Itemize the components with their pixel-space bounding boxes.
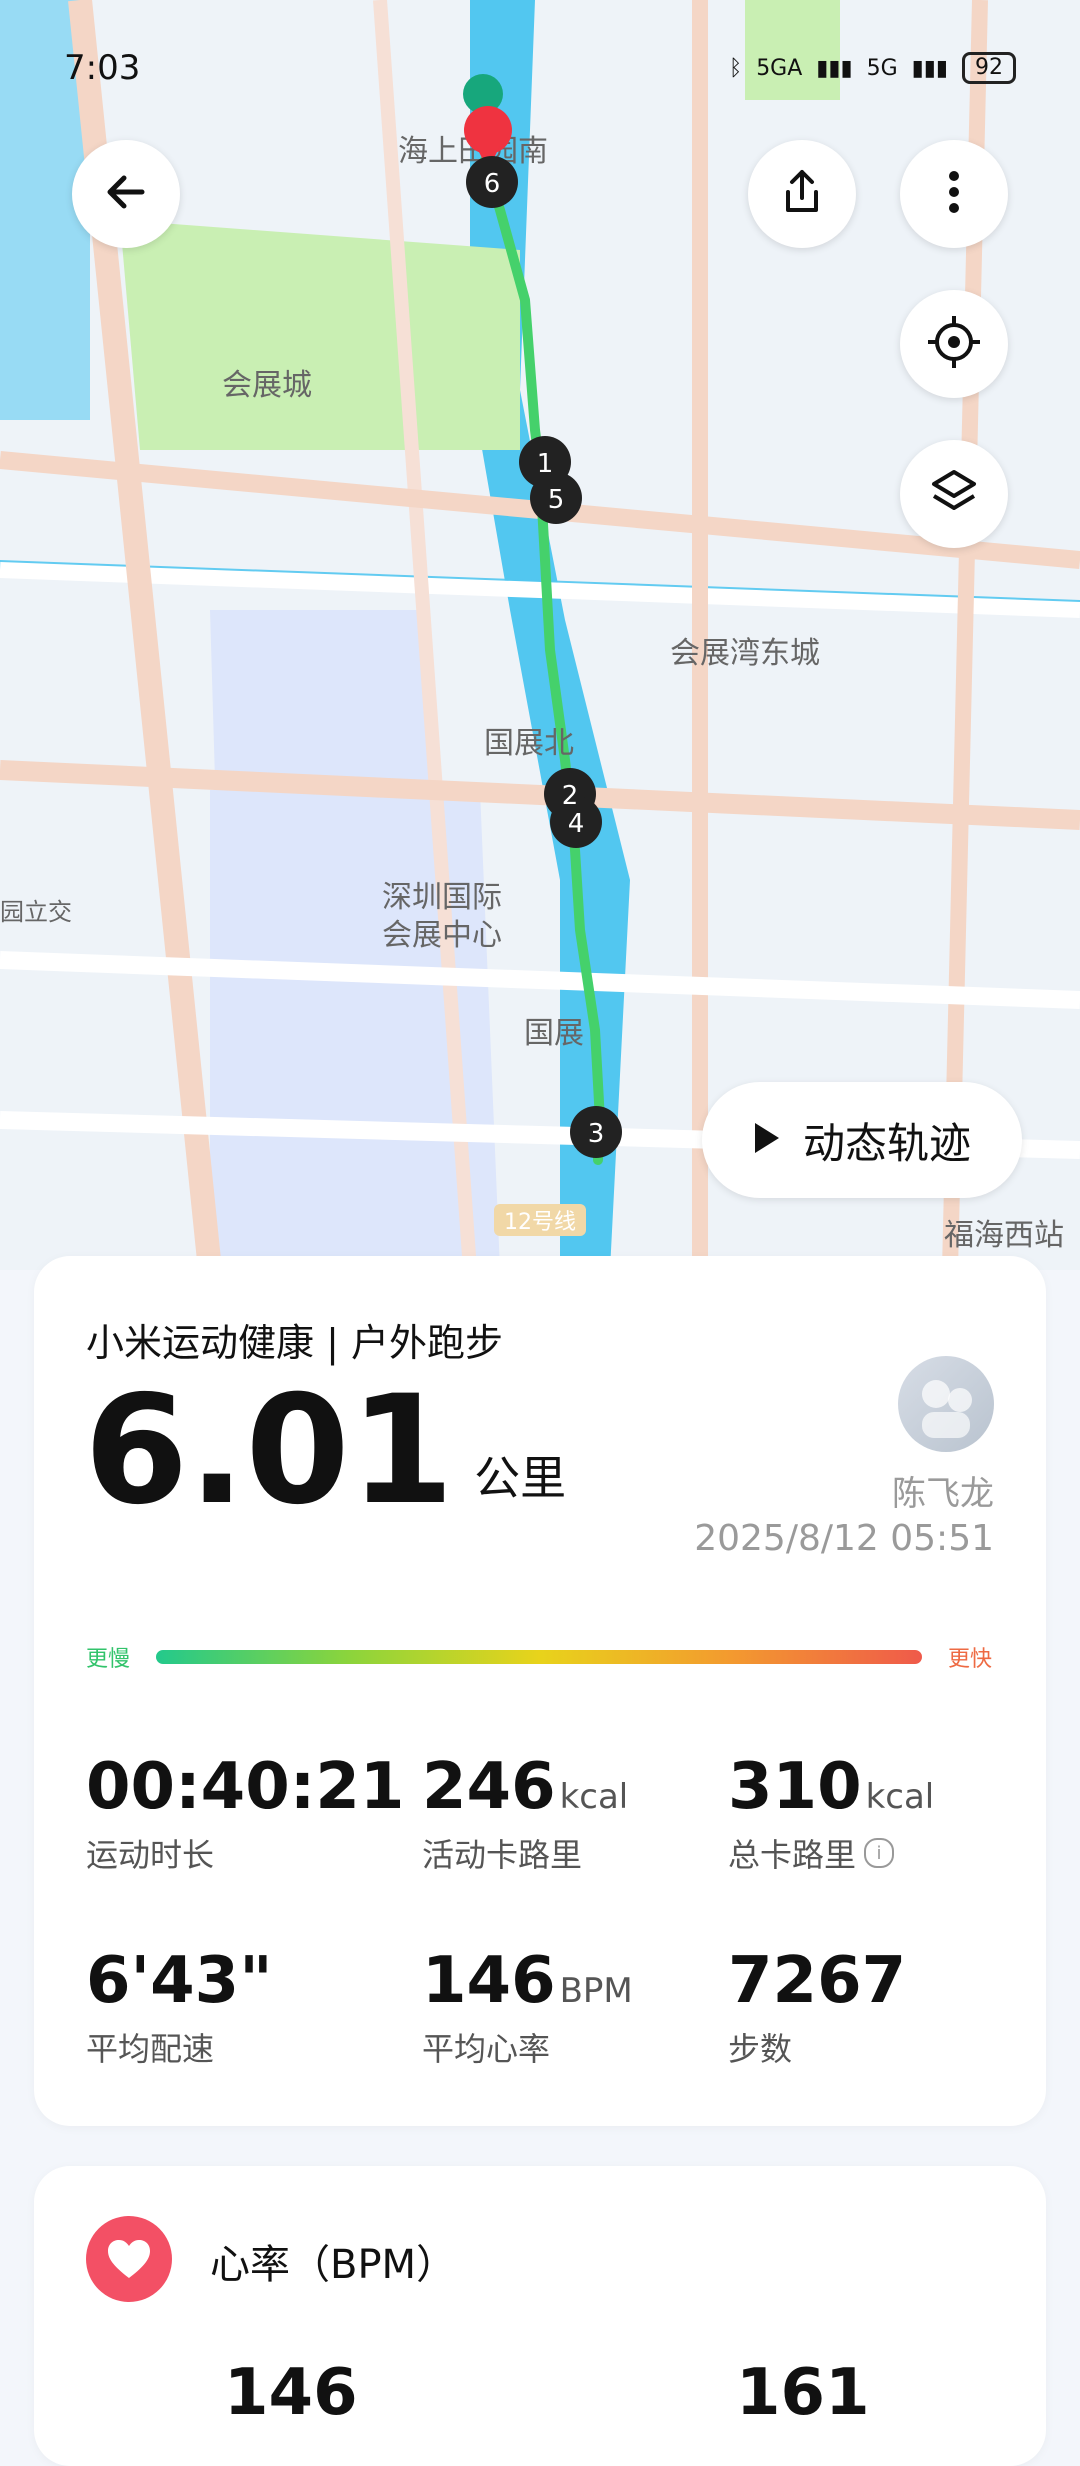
status-time: 7:03 <box>64 48 141 88</box>
heart-icon <box>86 2216 172 2302</box>
km-marker-3-label: 3 <box>588 1119 605 1149</box>
metric-value: 310 <box>728 1750 862 1824</box>
signal-bars-icon-2: ▮▮▮ <box>911 55 948 81</box>
metric-label-text: 总卡路里 <box>728 1836 857 1874</box>
metric-avg-heart-rate: 146 BPM 平均心率 <box>422 1946 633 2070</box>
target-icon <box>924 312 984 376</box>
more-vertical-icon <box>942 164 966 224</box>
metric-label: 平均配速 <box>86 2030 215 2068</box>
status-bar: 7:03 ᛒ 5GA ▮▮▮ 5G ▮▮▮ 92 <box>64 48 1016 88</box>
metric-unit: BPM <box>559 1971 633 2011</box>
play-icon <box>753 1116 781 1165</box>
more-button[interactable] <box>900 140 1008 248</box>
km-marker-1-label: 1 <box>537 449 554 479</box>
signal-5g: 5G <box>866 55 898 81</box>
layers-icon <box>924 462 984 526</box>
metric-value: 00:40:21 <box>86 1750 405 1824</box>
share-button[interactable] <box>748 140 856 248</box>
metric-total-calories: 310 kcal 总卡路里 i <box>728 1752 934 1876</box>
avatar[interactable] <box>898 1356 994 1452</box>
distance-value: 6.01 <box>84 1364 455 1538</box>
back-button[interactable] <box>72 140 180 248</box>
workout-date: 2025/8/12 05:51 <box>694 1518 994 1559</box>
share-icon <box>774 164 830 224</box>
metric-label: 平均心率 <box>422 2030 551 2068</box>
pace-gradient-bar <box>156 1650 922 1664</box>
signal-bars-icon: ▮▮▮ <box>816 55 853 81</box>
km-marker-2-label: 2 <box>562 781 579 811</box>
km-marker-6-label: 6 <box>484 169 501 199</box>
pace-scale: 更慢 更快 <box>86 1636 992 1676</box>
status-icons: ᛒ 5GA ▮▮▮ 5G ▮▮▮ 92 <box>729 52 1016 84</box>
km-marker-5-label: 5 <box>548 485 565 515</box>
metric-label: 活动卡路里 <box>422 1836 583 1874</box>
metric-unit: kcal <box>865 1777 935 1817</box>
battery-indicator: 92 <box>962 52 1016 84</box>
metric-label: 运动时长 <box>86 1836 215 1874</box>
bluetooth-icon: ᛒ <box>728 55 743 81</box>
metric-duration: 00:40:21 运动时长 <box>86 1752 408 1876</box>
info-icon[interactable]: i <box>864 1838 895 1868</box>
heart-rate-average: 146 <box>224 2356 358 2430</box>
metric-value: 6'43" <box>86 1944 273 2018</box>
workout-title: 小米运动健康 | 户外跑步 <box>86 1321 503 1365</box>
map-view[interactable]: 海上田园南 会展城 会展湾东城 国展北 深圳国际 会展中心 国展 园立交 12号… <box>0 0 1080 1272</box>
distance-display: 6.01 公里 <box>84 1376 566 1526</box>
metric-value: 146 <box>422 1944 556 2018</box>
distance-unit: 公里 <box>474 1451 567 1505</box>
heart-rate-max: 161 <box>736 2356 870 2430</box>
summary-card: 小米运动健康 | 户外跑步 6.01 公里 陈飞龙 2025/8/12 05:5… <box>34 1256 1046 2126</box>
km-marker-4-label: 4 <box>568 809 585 839</box>
pace-slow-label: 更慢 <box>86 1647 131 1672</box>
layers-button[interactable] <box>900 440 1008 548</box>
locate-button[interactable] <box>900 290 1008 398</box>
metric-unit: kcal <box>559 1777 629 1817</box>
user-name: 陈飞龙 <box>892 1474 994 1514</box>
heart-rate-title: 心率（BPM） <box>210 2242 457 2288</box>
metric-value: 246 <box>422 1750 556 1824</box>
dynamic-track-button[interactable]: 动态轨迹 <box>702 1082 1022 1198</box>
metric-label: 总卡路里 i <box>728 1830 934 1876</box>
metric-steps: 7267 步数 <box>728 1946 910 2070</box>
signal-5ga: 5GA <box>756 55 803 81</box>
back-arrow-icon <box>98 164 154 224</box>
metric-active-calories: 246 kcal 活动卡路里 <box>422 1752 628 1876</box>
dynamic-track-label: 动态轨迹 <box>802 1118 971 1168</box>
metric-avg-pace: 6'43" 平均配速 <box>86 1946 277 2070</box>
metric-label: 步数 <box>728 2030 793 2068</box>
heart-rate-card[interactable]: 心率（BPM） 146 161 <box>34 2166 1046 2466</box>
metric-value: 7267 <box>728 1944 907 2018</box>
pace-fast-label: 更快 <box>947 1647 992 1672</box>
